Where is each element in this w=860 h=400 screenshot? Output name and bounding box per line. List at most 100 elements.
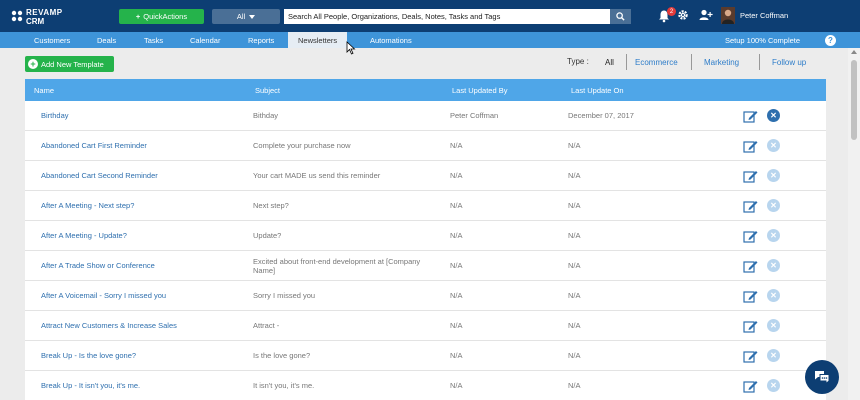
column-header-name[interactable]: Name [34,79,54,101]
filter-marketing[interactable]: Marketing [704,55,739,69]
page-scrollbar[interactable] [848,48,860,400]
global-search-input[interactable] [284,9,610,24]
edit-icon[interactable] [743,319,758,333]
nav-item-calendar[interactable]: Calendar [190,32,220,48]
template-name-link[interactable]: Abandoned Cart Second Reminder [41,161,241,191]
logo[interactable]: REVAMP CRM [10,7,70,27]
nav-item-customers[interactable]: Customers [34,32,70,48]
mouse-cursor-icon [346,41,356,55]
logo-text-secondary: CRM [26,17,45,26]
scroll-up-arrow-icon[interactable] [851,50,857,54]
table-row: After A Trade Show or Conference Excited … [25,251,826,281]
edit-icon[interactable] [743,139,758,153]
delete-icon[interactable]: ✕ [767,259,780,272]
delete-icon[interactable]: ✕ [767,139,780,152]
delete-icon[interactable]: ✕ [767,169,780,182]
user-name[interactable]: Peter Coffman [740,11,788,20]
delete-icon[interactable]: ✕ [767,229,780,242]
delete-icon[interactable]: ✕ [767,379,780,392]
filter-ecommerce[interactable]: Ecommerce [635,55,678,69]
column-header-last-update-on[interactable]: Last Update On [571,79,624,101]
nav-item-newsletters[interactable]: Newsletters [288,32,348,48]
nav-item-tasks[interactable]: Tasks [144,32,163,48]
edit-icon[interactable] [743,169,758,183]
last-update-on: N/A [568,321,581,331]
top-bar: REVAMP CRM + QuickActions All 2 Peter Co… [0,0,860,32]
delete-icon[interactable]: ✕ [767,109,780,122]
template-subject: Sorry I missed you [253,291,316,301]
chat-button[interactable] [805,360,839,394]
template-name-link[interactable]: Attract New Customers & Increase Sales [41,311,241,341]
template-subject: Is the love gone? [253,351,311,361]
template-name-link[interactable]: After A Trade Show or Conference [41,251,241,281]
template-subject: Excited about front-end development at [… [253,256,421,275]
last-updated-by: N/A [450,261,463,271]
gear-icon[interactable] [677,9,689,21]
main-nav: Customers Deals Tasks Calendar Reports N… [0,32,860,48]
filter-follow-up[interactable]: Follow up [772,55,806,69]
template-subject: Update? [253,231,282,241]
last-update-on: N/A [568,201,581,211]
edit-icon[interactable] [743,259,758,273]
template-name-link[interactable]: Break Up - It isn't you, it's me. [41,371,241,400]
edit-icon[interactable] [743,229,758,243]
help-icon[interactable]: ? [825,35,836,46]
add-new-template-button[interactable]: + Add New Template [25,56,114,72]
search-scope-dropdown[interactable]: All [212,9,280,24]
delete-icon[interactable]: ✕ [767,319,780,332]
type-filter-label: Type : [567,57,589,66]
edit-icon[interactable] [743,199,758,213]
logo-mark-icon [11,10,23,22]
column-header-last-updated-by[interactable]: Last Updated By [452,79,507,101]
search-scope-label: All [236,12,246,21]
last-update-on: N/A [568,351,581,361]
chat-icon [815,371,830,385]
template-name-link[interactable]: After A Meeting - Next step? [41,191,241,221]
edit-icon[interactable] [743,379,758,393]
caret-down-icon [249,14,256,19]
delete-icon[interactable]: ✕ [767,289,780,302]
search-button[interactable] [610,9,631,24]
add-user-icon[interactable] [699,9,713,21]
last-updated-by: N/A [450,351,463,361]
table-row: After A Meeting - Next step? Next step? N/… [25,191,826,221]
template-name-link[interactable]: Birthday [41,101,241,131]
avatar[interactable] [721,7,735,24]
template-name-link[interactable]: After A Voicemail - Sorry I missed you [41,281,241,311]
setup-progress-link[interactable]: Setup 100% Complete [725,32,800,48]
last-update-on: N/A [568,231,581,241]
last-updated-by: N/A [450,381,463,391]
last-updated-by: N/A [450,171,463,181]
delete-icon[interactable]: ✕ [767,349,780,362]
table-row: Attract New Customers & Increase Sales At… [25,311,826,341]
nav-item-reports[interactable]: Reports [248,32,274,48]
edit-icon[interactable] [743,349,758,363]
template-subject: Bithday [253,111,279,121]
search-icon [616,12,625,21]
template-name-link[interactable]: After A Meeting - Update? [41,221,241,251]
last-update-on: N/A [568,171,581,181]
nav-item-automations[interactable]: Automations [370,32,412,48]
table-row: Abandoned Cart Second Reminder Your cart … [25,161,826,191]
table-body: Birthday Bithday Peter Coffman December 07,… [25,101,826,400]
delete-icon[interactable]: ✕ [767,199,780,212]
filter-divider [691,54,692,70]
last-updated-by: N/A [450,201,463,211]
edit-icon[interactable] [743,109,758,123]
filter-all[interactable]: All [605,55,614,69]
column-header-subject[interactable]: Subject [255,79,280,101]
quick-actions-button[interactable]: + QuickActions [119,9,204,24]
table-header: Name Subject Last Updated By Last Update… [25,79,826,101]
table-row: Abandoned Cart First Reminder Complete yo… [25,131,826,161]
nav-item-deals[interactable]: Deals [97,32,116,48]
last-update-on: N/A [568,381,581,391]
edit-icon[interactable] [743,289,758,303]
table-row: After A Meeting - Update? Update? N/A N/A ✕ [25,221,826,251]
template-name-link[interactable]: Abandoned Cart First Reminder [41,131,241,161]
last-updated-by: N/A [450,321,463,331]
scroll-thumb[interactable] [851,60,857,140]
last-updated-by: N/A [450,231,463,241]
template-name-link[interactable]: Break Up - Is the love gone? [41,341,241,371]
last-updated-by: N/A [450,141,463,151]
templates-table: Name Subject Last Updated By Last Update… [25,79,826,400]
